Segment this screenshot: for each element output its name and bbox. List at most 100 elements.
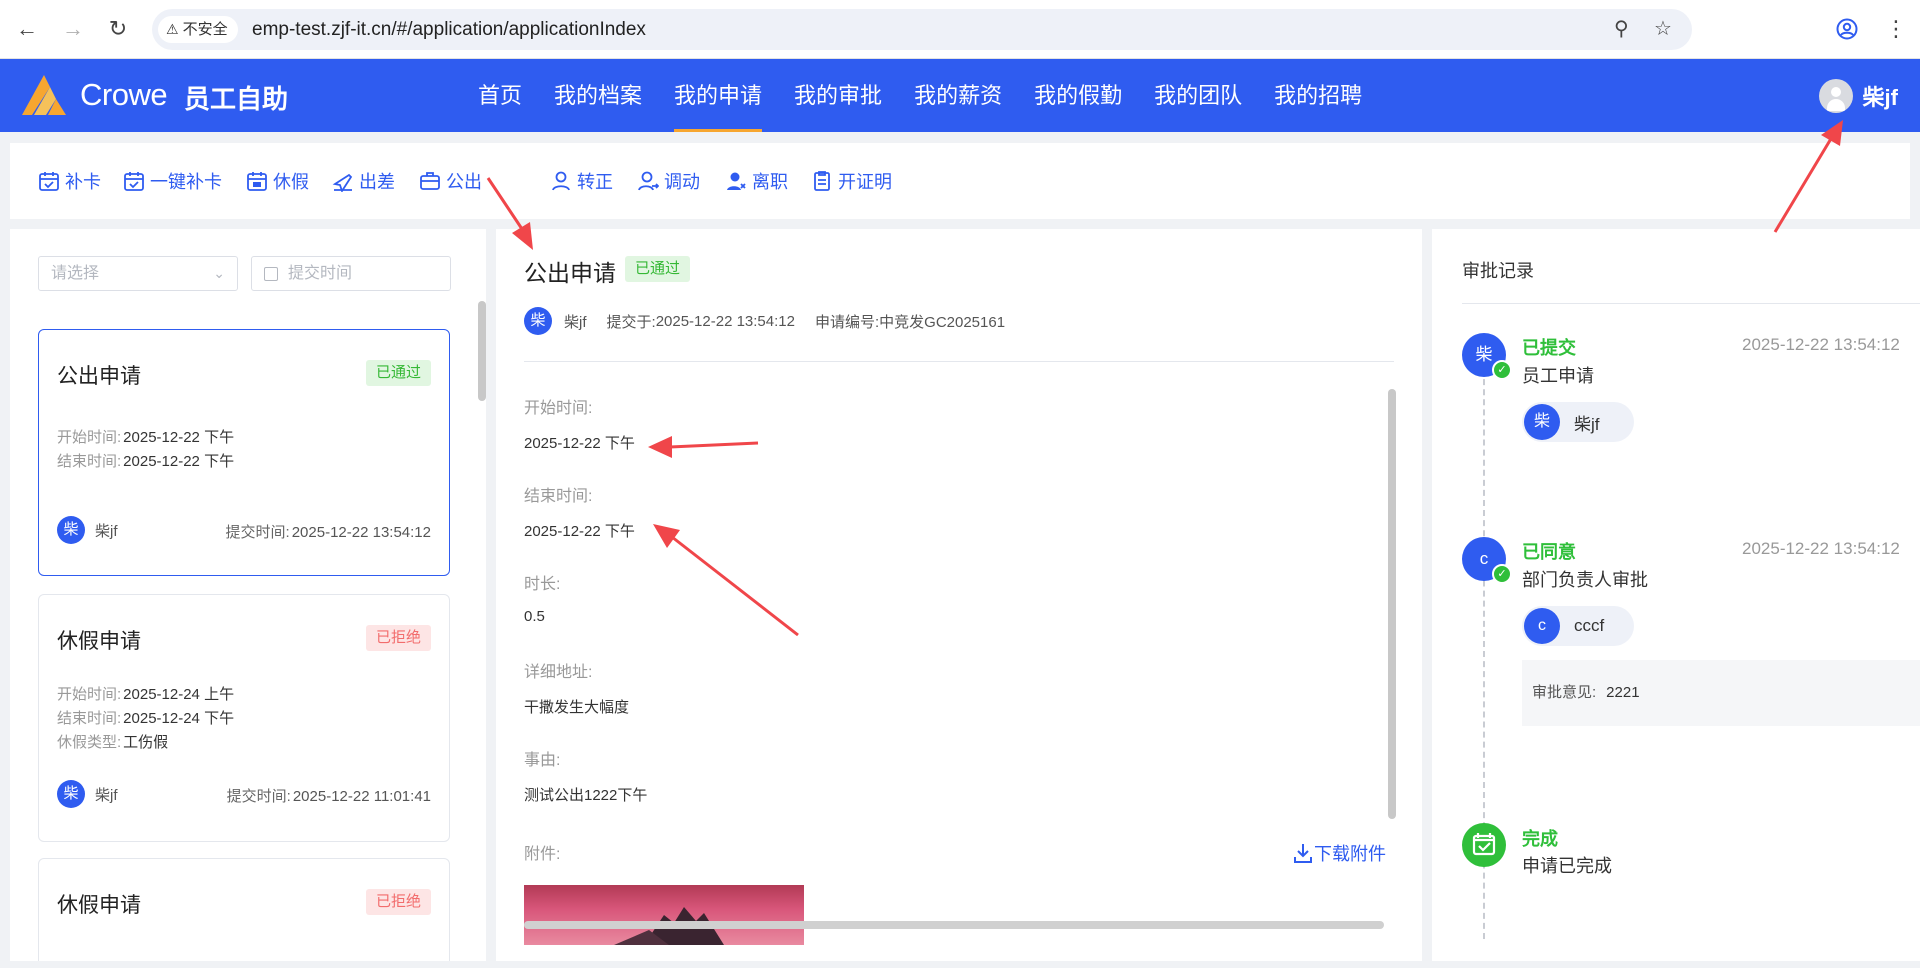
- warning-icon: ⚠: [166, 21, 179, 37]
- nav-home[interactable]: 首页: [462, 59, 538, 132]
- card-field: 结束时间: 2025-12-22 下午: [57, 453, 235, 470]
- application-list-panel: 请选择 ⌄ 提交时间 公出申请 已通过 开始时间: 2025-12-22 下午 结…: [10, 229, 486, 961]
- card-applicant: 柴 柴jf: [57, 780, 118, 808]
- calendar-icon: [264, 267, 278, 281]
- action-business-trip[interactable]: 出差: [332, 165, 395, 197]
- approval-record-panel: 审批记录 柴 ✓ 已提交 2025-12-22 13:54:12 员工申请 柴 …: [1432, 229, 1920, 961]
- user-icon: [552, 171, 570, 191]
- detail-horizontal-scrollbar[interactable]: [524, 921, 1384, 929]
- field-label: 事由:: [524, 752, 561, 769]
- avatar: 柴: [524, 307, 552, 335]
- application-card[interactable]: 休假申请 已拒绝: [38, 858, 450, 961]
- field-label: 结束时间:: [524, 488, 593, 505]
- nav-my-applications[interactable]: 我的申请: [658, 59, 778, 132]
- approver-chip: 柴 柴jf: [1522, 402, 1634, 442]
- main-nav: 首页 我的档案 我的申请 我的审批 我的薪资 我的假勤 我的团队 我的招聘: [462, 59, 1378, 132]
- card-title: 休假申请: [57, 630, 141, 653]
- detail-vertical-scrollbar[interactable]: [1388, 389, 1396, 819]
- avatar: 柴: [1524, 404, 1560, 440]
- brand-name: Crowe: [80, 77, 168, 112]
- back-arrow-icon[interactable]: ←: [11, 13, 43, 45]
- plane-icon: [332, 173, 353, 192]
- card-submit-time: 提交时间: 2025-12-22 13:54:12: [225, 524, 431, 541]
- zoom-icon[interactable]: ⚲: [1614, 9, 1629, 50]
- action-toolbar: 补卡 一键补卡 休假 出差 公出 转正 调动 离职 开证明: [10, 143, 1910, 219]
- detail-title: 公出申请: [524, 260, 616, 286]
- card-applicant: 柴 柴jf: [57, 516, 118, 544]
- submit-date-picker[interactable]: 提交时间: [251, 256, 451, 291]
- approver-chip: c cccf: [1522, 606, 1634, 646]
- action-public-outing[interactable]: 公出: [419, 165, 482, 197]
- calendar-check-icon: [124, 172, 144, 191]
- avatar: 柴: [57, 780, 85, 808]
- field-label: 附件:: [524, 846, 561, 863]
- field-label: 开始时间:: [524, 400, 593, 417]
- nav-approvals[interactable]: 我的审批: [778, 59, 898, 132]
- card-field: 休假类型: 工伤假: [57, 734, 169, 751]
- nav-profile[interactable]: 我的档案: [538, 59, 658, 132]
- status-badge: 已拒绝: [365, 625, 431, 651]
- address-bar[interactable]: ⚠ 不安全 emp-test.zjf-it.cn/#/application/ap…: [152, 9, 1692, 50]
- step-time: 2025-12-22 13:54:12: [1742, 335, 1900, 354]
- nav-attendance[interactable]: 我的假勤: [1018, 59, 1138, 132]
- avatar: [1818, 79, 1853, 113]
- step-description: 员工申请: [1522, 366, 1594, 386]
- star-icon[interactable]: ☆: [1654, 9, 1672, 50]
- action-leave[interactable]: 休假: [246, 165, 309, 197]
- step-description: 部门负责人审批: [1522, 570, 1648, 590]
- application-card[interactable]: 公出申请 已通过 开始时间: 2025-12-22 下午 结束时间: 2025-12…: [38, 329, 450, 576]
- calendar-check-icon: [39, 172, 59, 191]
- action-certificate[interactable]: 开证明: [811, 165, 892, 197]
- chevron-down-icon: ⌄: [213, 265, 225, 281]
- profile-icon[interactable]: [1831, 13, 1863, 45]
- check-icon: ✓: [1492, 564, 1512, 584]
- nav-team[interactable]: 我的团队: [1138, 59, 1258, 132]
- calendar-leave-icon: [247, 172, 267, 191]
- card-field: 结束时间: 2025-12-24 下午: [57, 710, 235, 727]
- card-submit-time: 提交时间: 2025-12-22 11:01:41: [226, 788, 431, 805]
- url-text[interactable]: emp-test.zjf-it.cn/#/application/applica…: [252, 9, 646, 50]
- app-header: Crowe 员工自助 首页 我的档案 我的申请 我的审批 我的薪资 我的假勤 我…: [0, 59, 1920, 132]
- status-badge: 已拒绝: [365, 889, 431, 915]
- list-scrollbar[interactable]: [478, 301, 486, 401]
- card-field: 开始时间: 2025-12-22 下午: [57, 429, 235, 446]
- reload-icon[interactable]: ↻: [102, 13, 134, 45]
- step-status: 已提交: [1522, 338, 1576, 358]
- action-makeup-punch[interactable]: 补卡: [38, 165, 101, 197]
- card-title: 公出申请: [57, 365, 141, 388]
- application-card[interactable]: 休假申请 已拒绝 开始时间: 2025-12-24 上午 结束时间: 2025-12…: [38, 594, 450, 842]
- field-value: 2025-12-22 下午: [524, 523, 635, 540]
- divider: [1462, 303, 1920, 304]
- nav-recruitment[interactable]: 我的招聘: [1258, 59, 1378, 132]
- avatar: c: [1524, 608, 1560, 644]
- user-menu[interactable]: 柴jf: [1818, 78, 1898, 114]
- download-icon: [1294, 844, 1312, 863]
- status-badge: 已通过: [625, 256, 691, 282]
- forward-arrow-icon[interactable]: →: [57, 13, 89, 45]
- field-value: 0.5: [524, 608, 545, 625]
- card-field: 开始时间: 2025-12-24 上午: [57, 686, 235, 703]
- approval-title: 审批记录: [1462, 261, 1534, 281]
- download-attachment-button[interactable]: 下载附件: [1292, 840, 1386, 866]
- action-quick-makeup-punch[interactable]: 一键补卡: [123, 165, 222, 197]
- step-time: 2025-12-22 13:54:12: [1742, 539, 1900, 558]
- action-resignation[interactable]: 离职: [725, 165, 788, 197]
- avatar: 柴: [57, 516, 85, 544]
- status-select[interactable]: 请选择 ⌄: [38, 256, 238, 291]
- completed-node: [1462, 823, 1506, 867]
- menu-dots-icon[interactable]: ⋮: [1880, 13, 1912, 45]
- crowe-logo-icon: [22, 75, 66, 115]
- attachment-thumbnail[interactable]: [524, 885, 804, 945]
- action-transfer[interactable]: 调动: [637, 165, 700, 197]
- document-icon: [814, 171, 830, 191]
- nav-salary[interactable]: 我的薪资: [898, 59, 1018, 132]
- security-chip[interactable]: ⚠ 不安全: [158, 16, 238, 43]
- action-regularization[interactable]: 转正: [550, 165, 613, 197]
- approval-opinion: 审批意见: 2221: [1522, 660, 1920, 726]
- field-value: 测试公出1222下午: [524, 787, 648, 804]
- step-status: 完成: [1522, 829, 1558, 849]
- briefcase-icon: [420, 172, 440, 190]
- calendar-check-icon: [1472, 833, 1496, 856]
- card-title: 休假申请: [57, 894, 141, 917]
- application-detail-panel: 公出申请 已通过 柴 柴jf 提交于: 2025-12-22 13:54:12 申…: [496, 229, 1422, 961]
